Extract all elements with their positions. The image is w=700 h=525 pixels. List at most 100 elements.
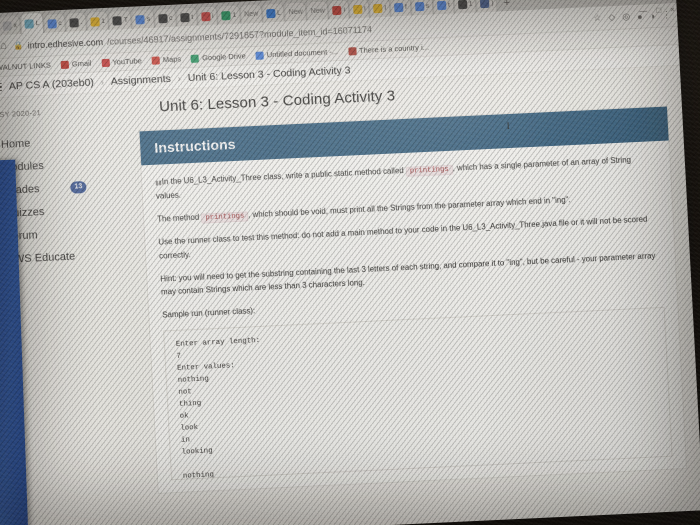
main-content: Unit 6: Lesson 3 - Coding Activity 3 Ins… <box>132 66 700 525</box>
shield-icon[interactable]: ◎ <box>622 11 630 22</box>
browser-tab[interactable]: t <box>433 0 455 15</box>
browser-tab[interactable]: l <box>349 0 371 19</box>
bookmark-label: Google Drive <box>201 51 247 63</box>
browser-tab-title: ) <box>491 0 494 7</box>
extension-icon[interactable]: ◇ <box>608 12 615 23</box>
browser-tab[interactable]: New <box>240 4 263 24</box>
google-icon <box>414 1 425 11</box>
school-year-label: SY 2020-21 <box>0 108 42 120</box>
browser-tab[interactable]: L <box>21 12 44 34</box>
browser-tab[interactable]: l <box>370 0 391 18</box>
gmail-icon <box>332 5 342 15</box>
facebook-icon <box>480 0 490 8</box>
breadcrumb-item-assignments[interactable]: Assignments <box>111 73 172 88</box>
browser-tab-title: New <box>288 8 303 16</box>
youtube-icon <box>200 11 211 21</box>
breadcrumb-item-current: Unit 6: Lesson 3 - Coding Activity 3 <box>187 64 351 85</box>
bookmark-item[interactable]: Google Drive <box>190 51 247 63</box>
browser-tab-title: New <box>310 7 325 15</box>
browser-tab[interactable]: t <box>176 7 198 27</box>
browser-tab-title: t <box>191 13 194 21</box>
slides-icon <box>373 3 383 13</box>
browser-tab-title: c <box>58 19 62 27</box>
bookmark-label: Maps <box>162 54 182 65</box>
browser-tab[interactable]: x <box>0 15 22 35</box>
slides-icon <box>352 4 363 14</box>
sheets-icon <box>221 10 231 20</box>
bookmark-label: WALNUT LINKS <box>0 60 52 73</box>
classroom-icon <box>265 8 276 18</box>
browser-tab[interactable]: New <box>285 2 308 22</box>
drive-icon <box>190 54 200 63</box>
instructions-body: ▮▮In the U6_L3_Activity_Three class, wri… <box>141 141 686 494</box>
browser-tab[interactable]: 1 <box>218 5 241 25</box>
sample-run-output: Enter array length: 7 Enter values: noth… <box>163 307 673 481</box>
lock-icon: 🔒 <box>13 40 24 51</box>
browser-tab[interactable]: . <box>66 12 87 32</box>
google-icon <box>393 2 404 12</box>
youtube-icon <box>101 58 110 67</box>
browser-tab[interactable]: 1 <box>86 11 110 31</box>
minimize-icon[interactable]: — <box>639 6 647 15</box>
chevron-right-icon: › <box>177 73 182 84</box>
schoology-icon <box>457 0 468 9</box>
browser-tab[interactable]: i <box>197 6 219 26</box>
browser-tab-title: New <box>243 10 259 18</box>
page-body: SY 2020-21 Home Modules Grades 13 Quizzes For… <box>0 65 700 525</box>
photo-of-laptop-screen: txLc.1Tscti1NewLNewNewillfst1) + — □ × ↻… <box>0 0 700 525</box>
p2-text-b: , which should be void, must print all t… <box>247 195 571 220</box>
bookmark-label: Untitled document -... <box>266 46 339 60</box>
browser-tab[interactable]: s <box>132 9 155 29</box>
browser-tab-title: f <box>404 3 408 11</box>
drive-icon <box>90 16 100 27</box>
browser-tab[interactable]: L <box>262 3 286 23</box>
maps-icon <box>151 55 161 65</box>
browser-tab[interactable]: i <box>329 0 350 20</box>
p2-text-a: The method <box>156 212 202 224</box>
window-controls[interactable]: — □ × <box>639 5 675 16</box>
url-host: intro.edhesive.com <box>27 36 104 51</box>
gmail-icon <box>60 60 70 69</box>
star-icon[interactable]: ☆ <box>593 13 602 24</box>
bookmark-item[interactable]: Gmail <box>60 58 92 69</box>
browser-tab[interactable]: c <box>43 13 67 33</box>
schoology-icon <box>180 12 190 22</box>
pin-icon <box>347 46 357 56</box>
browser-tab-title: l <box>363 5 366 13</box>
close-icon[interactable]: × <box>670 5 675 14</box>
browser-tab[interactable]: c <box>154 8 177 28</box>
google-icon <box>47 18 57 29</box>
bookmark-item[interactable]: Untitled document -... <box>255 46 339 60</box>
browser-tab[interactable]: New <box>307 1 330 21</box>
code-span-printings: printings <box>201 211 249 224</box>
text-cursor-icon: I <box>506 120 510 132</box>
browser-tab-title: L <box>276 9 281 17</box>
browser-tab[interactable]: f <box>390 0 412 17</box>
browser-tab-title: c <box>168 14 173 22</box>
bookmark-label: Gmail <box>71 58 92 69</box>
grades-count-badge: 13 <box>70 180 87 194</box>
browser-tab[interactable]: ) <box>476 0 499 13</box>
google-icon <box>436 0 447 10</box>
browser-tab[interactable]: T <box>109 10 133 30</box>
instructions-card: Instructions ▮▮In the U6_L3_Activity_Thr… <box>138 105 688 495</box>
bookmark-item[interactable]: Maps <box>151 54 182 65</box>
maximize-icon[interactable]: □ <box>656 6 661 15</box>
sidebar-item-aws-educate[interactable]: AWS Educate <box>6 242 141 271</box>
bookmark-label: There is a country i... <box>358 42 430 55</box>
browser-tab[interactable]: 1 <box>454 0 477 14</box>
untitled-icon <box>2 20 12 31</box>
home-icon[interactable]: ⌂ <box>0 40 7 52</box>
schoology-icon <box>112 15 123 26</box>
browser-tab-title: T <box>123 16 129 24</box>
browser-tab[interactable]: s <box>411 0 434 16</box>
bookmark-item[interactable]: There is a country i... <box>347 42 430 56</box>
breadcrumb-item-course[interactable]: AP CS A (203eb0) <box>9 77 95 93</box>
browser-tab-title: i <box>343 6 346 14</box>
laptop-screen: txLc.1Tscti1NewLNewNewillfst1) + — □ × ↻… <box>0 0 700 525</box>
bookmark-item[interactable]: WALNUT LINKS <box>0 61 51 73</box>
new-tab-button[interactable]: + <box>498 0 515 11</box>
schoology-icon <box>157 13 168 23</box>
bookmark-item[interactable]: YouTube <box>101 56 142 67</box>
hamburger-icon[interactable] <box>0 82 3 92</box>
